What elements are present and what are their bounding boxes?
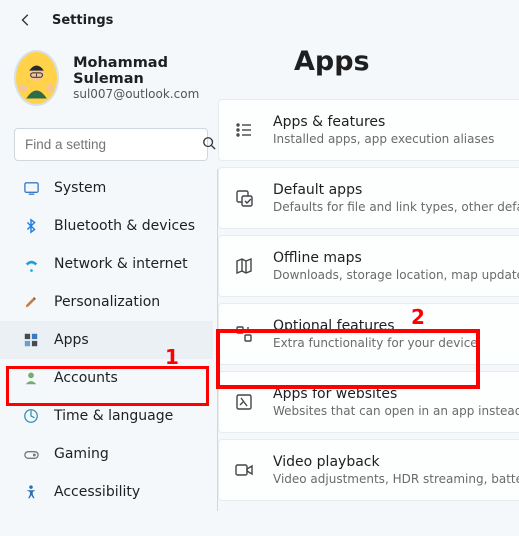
sidebar-item-label: Accounts [54, 370, 118, 386]
system-icon [22, 179, 40, 197]
card-desc: Installed apps, app execution aliases [273, 132, 494, 146]
sidebar-item-accessibility[interactable]: Accessibility [0, 473, 213, 511]
sidebar-item-system[interactable]: System [0, 169, 213, 207]
optional-features-icon [233, 323, 255, 345]
apps-icon [22, 331, 40, 349]
profile-block[interactable]: Mohammad Suleman sul007@outlook.com [0, 32, 218, 116]
profile-email: sul007@outlook.com [73, 87, 208, 101]
sidebar-item-personalization[interactable]: Personalization [0, 283, 213, 321]
sidebar-item-label: Time & language [54, 408, 173, 424]
video-icon [233, 459, 255, 481]
map-icon [233, 255, 255, 277]
accessibility-icon [22, 483, 40, 501]
sidebar-item-label: Network & internet [54, 256, 188, 272]
card-desc: Downloads, storage location, map update [273, 268, 519, 282]
card-title: Default apps [273, 182, 519, 198]
sidebar-item-network[interactable]: Network & internet [0, 245, 213, 283]
search-box[interactable] [14, 128, 208, 161]
sidebar-item-bluetooth[interactable]: Bluetooth & devices [0, 207, 213, 245]
sidebar-item-label: Bluetooth & devices [54, 218, 195, 234]
apps-websites-icon [233, 391, 255, 413]
gaming-icon [22, 445, 40, 463]
card-apps-websites[interactable]: Apps for websites Websites that can open… [218, 371, 519, 433]
sidebar-item-label: Gaming [54, 446, 109, 462]
sidebar-item-label: System [54, 180, 106, 196]
search-input[interactable] [25, 137, 202, 152]
accounts-icon [22, 369, 40, 387]
sidebar-item-gaming[interactable]: Gaming [0, 435, 213, 473]
back-icon[interactable] [18, 12, 34, 28]
wifi-icon [22, 255, 40, 273]
default-apps-icon [233, 187, 255, 209]
list-icon [233, 119, 255, 141]
bluetooth-icon [22, 217, 40, 235]
avatar [14, 50, 59, 106]
card-desc: Extra functionality for your device [273, 336, 478, 350]
sidebar-item-time-language[interactable]: Time & language [0, 397, 213, 435]
card-title: Optional features [273, 318, 478, 334]
page-title: Apps [294, 46, 519, 77]
window-title: Settings [52, 13, 113, 28]
card-apps-features[interactable]: Apps & features Installed apps, app exec… [218, 99, 519, 161]
sidebar-item-label: Personalization [54, 294, 160, 310]
sidebar-item-accounts[interactable]: Accounts [0, 359, 213, 397]
sidebar-item-label: Apps [54, 332, 89, 348]
search-icon [202, 135, 216, 154]
card-title: Apps & features [273, 114, 494, 130]
card-default-apps[interactable]: Default apps Defaults for file and link … [218, 167, 519, 229]
card-offline-maps[interactable]: Offline maps Downloads, storage location… [218, 235, 519, 297]
card-desc: Video adjustments, HDR streaming, batter [273, 472, 519, 486]
clock-globe-icon [22, 407, 40, 425]
sidebar-item-apps[interactable]: Apps [0, 321, 213, 359]
card-title: Offline maps [273, 250, 519, 266]
card-video-playback[interactable]: Video playback Video adjustments, HDR st… [218, 439, 519, 501]
paintbrush-icon [22, 293, 40, 311]
sidebar-item-label: Accessibility [54, 484, 140, 500]
card-optional-features[interactable]: Optional features Extra functionality fo… [218, 303, 519, 365]
card-desc: Defaults for file and link types, other … [273, 200, 519, 214]
card-title: Apps for websites [273, 386, 519, 402]
profile-name: Mohammad Suleman [73, 55, 208, 87]
card-desc: Websites that can open in an app instead [273, 404, 519, 418]
card-title: Video playback [273, 454, 519, 470]
